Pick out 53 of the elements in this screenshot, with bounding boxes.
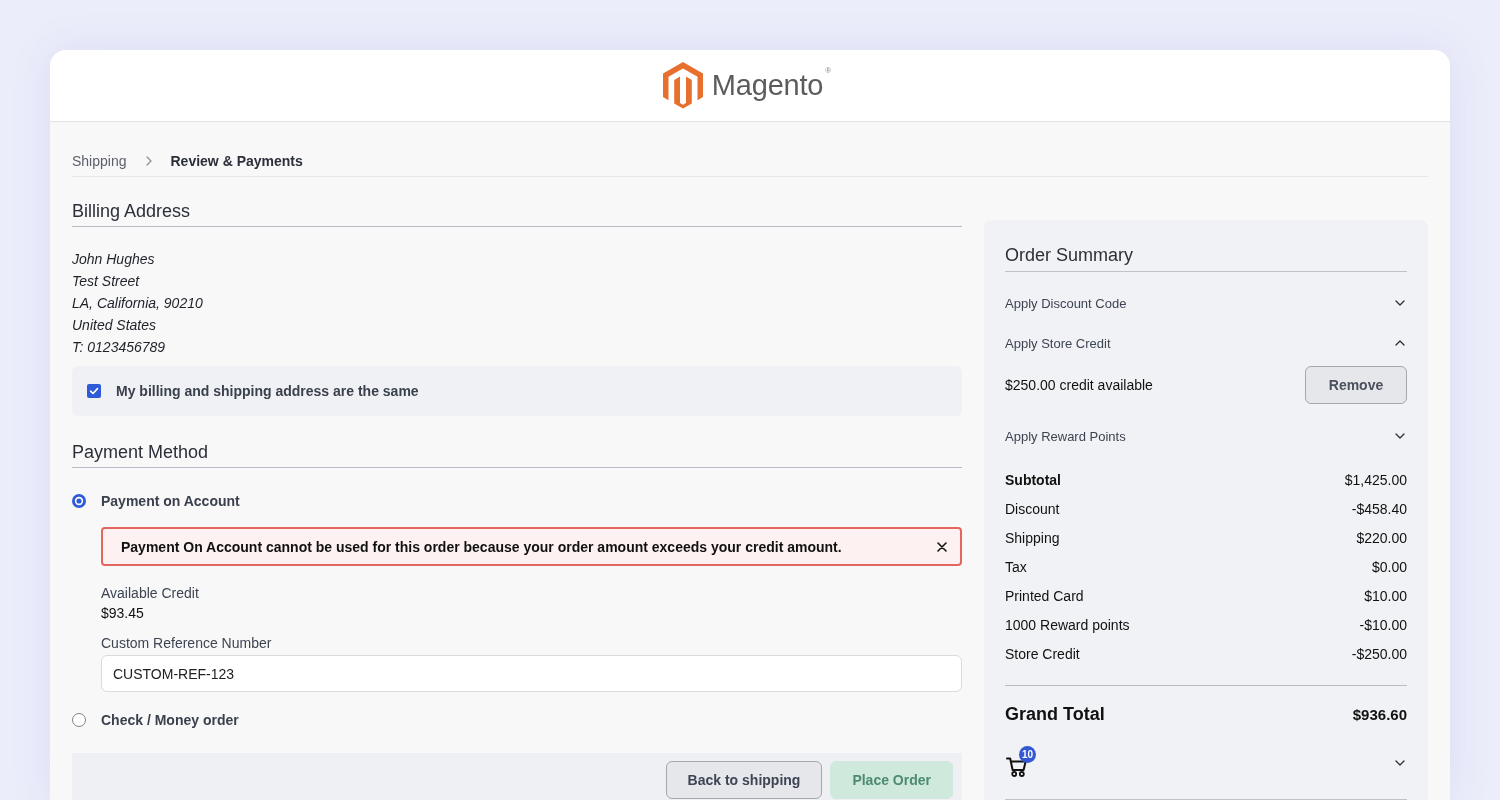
breadcrumb-step: Review & Payments (170, 150, 303, 172)
back-button[interactable]: Back to shipping (665, 761, 823, 799)
total-label: Subtotal (1005, 471, 1061, 490)
breadcrumb-step[interactable]: Shipping (72, 150, 127, 172)
grand-total-label: Grand Total (1005, 703, 1105, 725)
total-amount: -$250.00 (1351, 645, 1407, 664)
total-label: Shipping (1005, 529, 1060, 548)
section-heading: Payment Method (72, 440, 962, 468)
payment-option-label: Payment on Account (101, 493, 240, 509)
error-text: Payment On Account cannot be used for this order because your order amount exceeds your credit amount. (121, 538, 842, 555)
accordion-toggle[interactable]: Apply Discount Code (1005, 283, 1407, 323)
field-label: Custom Reference Number (101, 634, 272, 653)
grand-total-amount: $936.60 (1352, 705, 1407, 723)
address-line: United States (72, 316, 157, 335)
total-amount: $0.00 (1371, 558, 1407, 577)
total-amount: $1,425.00 (1344, 471, 1407, 490)
total-amount: $220.00 (1356, 529, 1407, 548)
field-label: Available Credit (101, 584, 199, 603)
radio-button[interactable] (72, 713, 86, 727)
accordion-label: Apply Reward Points (1005, 428, 1126, 444)
total-label: Tax (1005, 558, 1027, 577)
total-amount: $10.00 (1364, 587, 1407, 606)
checkbox-label: My billing and shipping address are the same (116, 383, 419, 399)
accordion-label: Apply Discount Code (1005, 295, 1127, 311)
address-line: LA, California, 90210 (72, 294, 203, 313)
total-amount: -$458.40 (1351, 500, 1407, 519)
logo-icon (662, 62, 703, 109)
total-amount: -$10.00 (1359, 616, 1407, 635)
address-line: John Hughes (72, 250, 155, 269)
logo-wordmark: Magento (711, 67, 824, 102)
close-icon[interactable] (937, 541, 947, 552)
credit-amount: $93.45 (101, 604, 144, 623)
chevron-down-icon[interactable] (1395, 760, 1405, 766)
total-label: Printed Card (1005, 587, 1084, 606)
cart-count-badge: 10 (1019, 746, 1036, 763)
reference-input[interactable]: CUSTOM-REF-123 (101, 655, 962, 692)
address-line: T: 0123456789 (72, 338, 166, 357)
accordion-label: Apply Store Credit (1005, 335, 1111, 351)
radio-button[interactable] (72, 494, 86, 508)
total-label: Discount (1005, 500, 1060, 519)
payment-option-label: Check / Money order (101, 712, 239, 728)
address-line: Test Street (72, 272, 140, 291)
remove-button[interactable]: Remove (1305, 366, 1407, 404)
credit-available-text: $250.00 credit available (1005, 377, 1153, 393)
section-heading: Billing Address (72, 199, 962, 227)
summary-heading: Order Summary (1005, 243, 1407, 272)
total-label: Store Credit (1005, 645, 1080, 664)
registered-mark: ® (825, 66, 832, 75)
accordion-toggle[interactable]: Apply Reward Points (1005, 416, 1407, 456)
checkbox[interactable] (87, 384, 101, 398)
total-label: 1000 Reward points (1005, 616, 1130, 635)
chevron-right-icon (145, 156, 152, 166)
accordion-toggle[interactable]: Apply Store Credit (1005, 323, 1407, 363)
